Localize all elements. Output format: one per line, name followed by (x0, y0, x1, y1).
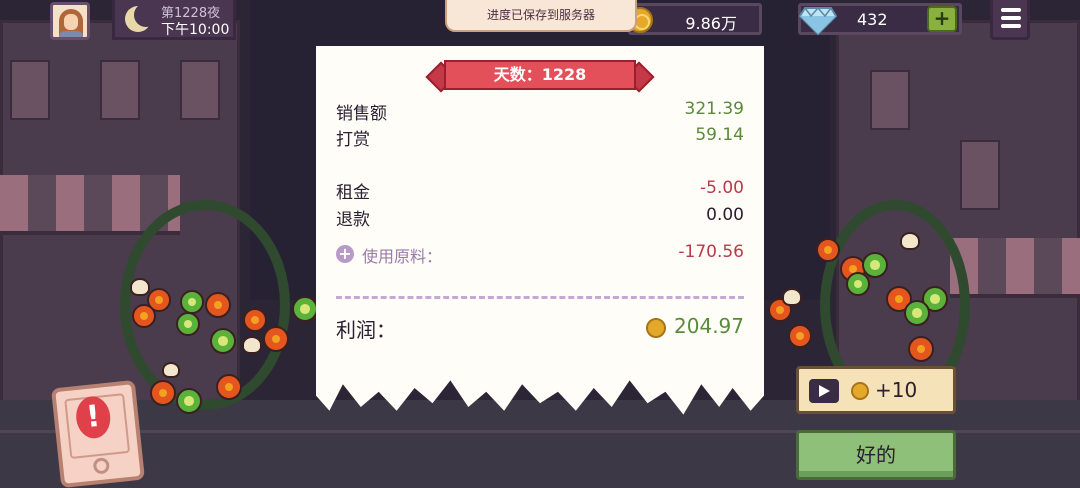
building-window (100, 60, 140, 120)
building-window (10, 60, 50, 120)
menu-icon (1001, 8, 1021, 12)
pepper-slice-icon (176, 312, 200, 336)
add-gems-button[interactable]: + (927, 6, 957, 32)
refund-value: 0.00 (706, 205, 744, 225)
mushroom-slice-icon (782, 288, 802, 306)
building-window (870, 70, 910, 130)
building-window (960, 140, 1000, 210)
tomato-slice-icon (908, 336, 934, 362)
gem-icon (799, 6, 837, 36)
pepper-slice-icon (846, 272, 870, 296)
coin-balance[interactable]: 9.86万 (627, 3, 762, 35)
game-scene: 第1228夜 下午10:00 9.86万 进度已保存到服务器 432 + 天数：… (0, 0, 1080, 488)
alert-card-dot (92, 457, 111, 475)
rent-value: -5.00 (700, 178, 744, 198)
mushroom-slice-icon (162, 362, 180, 378)
receipt-divider (336, 296, 744, 299)
coin-icon (646, 318, 666, 338)
mushroom-slice-icon (242, 336, 262, 354)
watch-ad-bonus-button[interactable]: +10 (796, 366, 956, 414)
tips-label: 打赏 (336, 130, 370, 150)
ad-reward-amount: +10 (875, 378, 918, 402)
tomato-slice-icon (816, 238, 840, 262)
menu-icon-bar (1001, 16, 1021, 20)
materials-value: -170.56 (678, 242, 744, 262)
rent-label: 租金 (336, 183, 370, 203)
avatar-shirt (59, 31, 83, 37)
profit-label: 利润： (336, 318, 396, 342)
pepper-slice-icon (210, 328, 236, 354)
materials-label[interactable]: 使用原料： (362, 243, 442, 267)
menu-icon-bar (1001, 24, 1021, 28)
pepper-slice-icon (904, 300, 930, 326)
building-window (180, 60, 220, 120)
mushroom-slice-icon (130, 278, 150, 296)
tomato-slice-icon (788, 324, 812, 348)
sales-label: 销售额 (336, 104, 387, 124)
day-banner: 天数：1228 (425, 58, 655, 94)
expand-materials-icon[interactable]: + (336, 245, 354, 263)
mushroom-slice-icon (900, 232, 920, 250)
pepper-slice-icon (180, 290, 204, 314)
sales-value: 321.39 (684, 99, 744, 119)
gem-amount: 432 (857, 10, 888, 29)
day-banner-text: 天数：1228 (493, 65, 587, 84)
tomato-slice-icon (205, 292, 231, 318)
pepper-slice-icon (176, 388, 202, 414)
tomato-slice-icon (150, 380, 176, 406)
pepper-slice-icon (292, 296, 318, 322)
save-toast: 进度已保存到服务器 (445, 0, 637, 32)
player-avatar[interactable] (50, 2, 90, 40)
tomato-slice-icon (216, 374, 242, 400)
avatar-face (64, 14, 78, 30)
alert-card-button[interactable]: ! (51, 379, 145, 488)
shop-awning (950, 238, 1080, 298)
play-video-icon (809, 379, 839, 403)
coin-amount: 9.86万 (685, 14, 737, 33)
tomato-slice-icon (243, 308, 267, 332)
gem-balance: 432 + (798, 3, 962, 36)
tomato-slice-icon (132, 304, 156, 328)
clock-time: 下午10:00 (161, 22, 230, 38)
refund-label: 退款 (336, 210, 370, 230)
ok-button[interactable]: 好的 (796, 430, 956, 480)
coin-icon (851, 382, 869, 400)
menu-button[interactable] (990, 0, 1030, 40)
tips-value: 59.14 (695, 125, 744, 145)
moon-icon (125, 3, 158, 32)
night-time-panel: 第1228夜 下午10:00 (112, 0, 236, 40)
tomato-slice-icon (263, 326, 289, 352)
profit-value: 204.97 (674, 314, 744, 338)
